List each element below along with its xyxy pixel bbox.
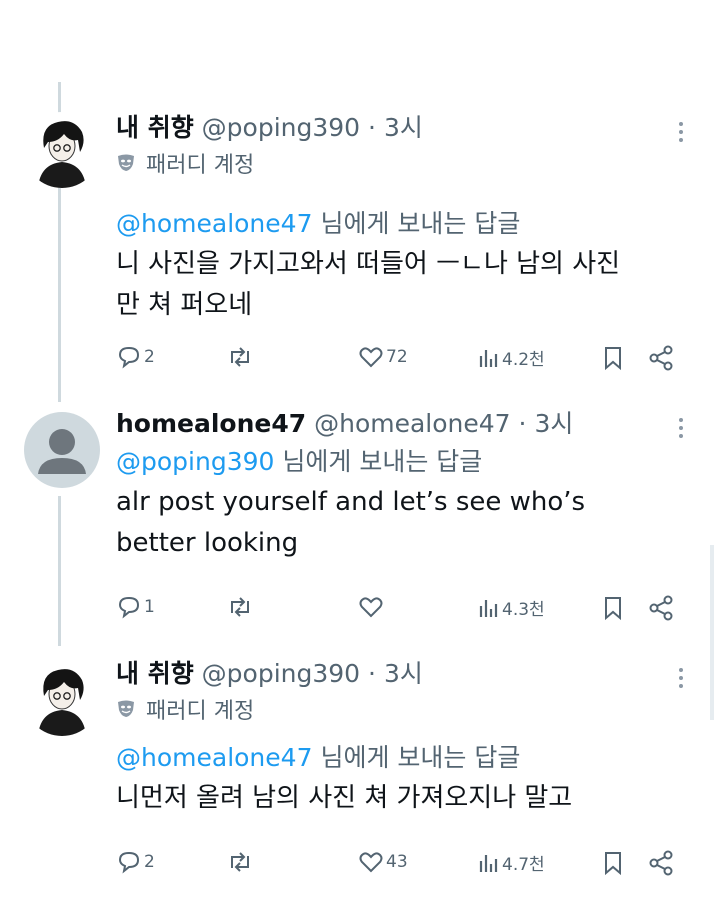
views-button[interactable]: 4.3천 — [478, 595, 545, 620]
parody-badge: 패러디 계정 — [116, 692, 684, 726]
bar-chart-icon — [479, 349, 498, 367]
bookmark-button[interactable] — [602, 345, 624, 371]
bookmark-button[interactable] — [602, 595, 624, 621]
parody-label: 패러디 계정 — [146, 699, 255, 724]
replying-to: @homealone47 님에게 보내는 답글 — [116, 738, 684, 778]
reply-count: 1 — [144, 597, 155, 617]
author-handle[interactable]: @poping390 — [202, 659, 360, 688]
more-vertical-icon[interactable] — [676, 414, 686, 442]
replying-suffix: 님에게 보내는 답글 — [320, 743, 521, 772]
repost-button[interactable] — [226, 595, 256, 619]
like-count: 72 — [386, 347, 408, 367]
bar-chart-icon — [479, 854, 498, 872]
default-avatar-illustration — [24, 412, 100, 488]
replying-suffix: 님에게 보내는 답글 — [282, 447, 483, 476]
mention-link[interactable]: @homealone47 — [116, 743, 312, 772]
views-button[interactable]: 4.7천 — [478, 850, 545, 875]
theater-mask-icon — [118, 700, 134, 717]
speech-bubble-icon — [118, 346, 140, 369]
share-button[interactable] — [648, 850, 676, 876]
avatar-illustration — [24, 112, 100, 188]
separator-dot: · — [518, 409, 527, 438]
author-name[interactable]: 내 취향 — [116, 659, 194, 688]
like-button[interactable]: 72 — [358, 345, 408, 369]
avatar[interactable] — [24, 112, 100, 188]
replying-suffix: 님에게 보내는 답글 — [320, 209, 521, 238]
avatar[interactable] — [24, 660, 100, 736]
share-button[interactable] — [648, 595, 676, 621]
parody-badge: 패러디 계정 — [116, 146, 684, 180]
scrollbar[interactable] — [710, 545, 714, 720]
heart-icon — [359, 597, 383, 618]
mention-link[interactable]: @poping390 — [116, 447, 274, 476]
views-button[interactable]: 4.2천 — [478, 345, 545, 370]
bookmark-button[interactable] — [602, 850, 624, 876]
repost-arrows-icon — [231, 597, 249, 617]
separator-dot: · — [368, 113, 376, 142]
reply-count: 2 — [144, 347, 155, 367]
author-handle[interactable]: @homealone47 — [314, 409, 510, 438]
author-name[interactable]: 내 취향 — [116, 113, 194, 142]
heart-icon — [359, 347, 383, 368]
bookmark-icon — [605, 852, 621, 876]
view-count: 4.3천 — [502, 600, 545, 620]
speech-bubble-icon — [118, 596, 140, 619]
share-button[interactable] — [648, 345, 676, 371]
share-icon — [649, 345, 673, 371]
post-text: alr post yourself and let’s see who’s be… — [116, 487, 586, 558]
reply-button[interactable]: 2 — [116, 345, 155, 369]
repost-button[interactable] — [226, 850, 256, 874]
reply-button[interactable]: 1 — [116, 595, 155, 619]
repost-button[interactable] — [226, 345, 256, 369]
thread-line — [58, 496, 61, 646]
parody-label: 패러디 계정 — [146, 153, 255, 178]
speech-bubble-icon — [118, 851, 140, 874]
reply-button[interactable]: 2 — [116, 850, 155, 874]
view-count: 4.2천 — [502, 350, 545, 370]
view-count: 4.7천 — [502, 855, 545, 875]
post-time[interactable]: 3시 — [384, 659, 423, 688]
replying-to: @homealone47 님에게 보내는 답글 — [116, 204, 684, 244]
post-time[interactable]: 3시 — [534, 409, 573, 438]
replying-to: @poping390 님에게 보내는 답글 — [116, 442, 684, 482]
post-text: 니 사진을 가지고와서 떠들어 ㅡㄴ나 남의 사진만 쳐 퍼오네 — [116, 249, 621, 320]
theater-mask-icon — [118, 154, 134, 171]
avatar-illustration — [24, 660, 100, 736]
share-icon — [649, 850, 673, 876]
like-button[interactable] — [358, 595, 386, 619]
bookmark-icon — [605, 597, 621, 621]
post-text: 니먼저 올려 남의 사진 쳐 가져오지나 말고 — [116, 783, 573, 813]
share-icon — [649, 595, 673, 621]
more-vertical-icon[interactable] — [676, 664, 686, 692]
repost-arrows-icon — [231, 852, 249, 872]
repost-arrows-icon — [231, 347, 249, 367]
bookmark-icon — [605, 347, 621, 371]
like-count: 43 — [386, 852, 408, 872]
bar-chart-icon — [479, 599, 498, 617]
author-name[interactable]: homealone47 — [116, 409, 306, 438]
author-handle[interactable]: @poping390 — [202, 113, 360, 142]
reply-count: 2 — [144, 852, 155, 872]
post-time[interactable]: 3시 — [384, 113, 423, 142]
heart-icon — [359, 852, 383, 873]
separator-dot: · — [368, 659, 376, 688]
like-button[interactable]: 43 — [358, 850, 408, 874]
avatar[interactable] — [24, 412, 100, 488]
mention-link[interactable]: @homealone47 — [116, 209, 312, 238]
more-vertical-icon[interactable] — [676, 118, 686, 146]
